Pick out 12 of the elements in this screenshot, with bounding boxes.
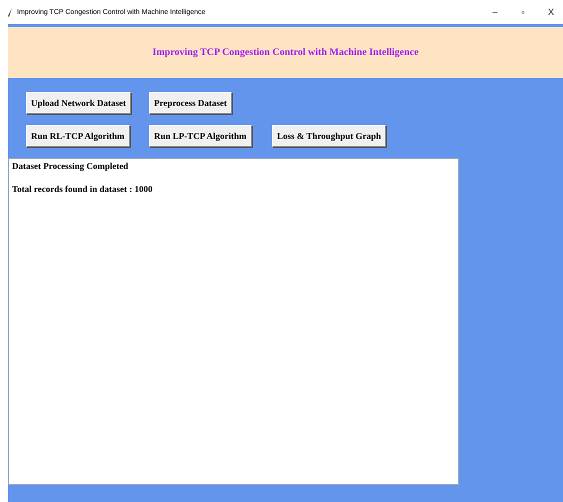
feather-icon [8,8,13,16]
action-button[interactable]: Upload Network Dataset [26,92,131,114]
window-control[interactable]: – [483,7,507,17]
action-button[interactable]: Run LP-TCP Algorithm [149,125,252,147]
output-line: Dataset Processing Completed [12,161,130,171]
window-control[interactable]: ▫ [511,7,535,17]
action-button[interactable]: Run RL-TCP Algorithm [26,125,130,147]
app-title: Improving TCP Congestion Control with Machine Intelligence [152,47,419,58]
action-button[interactable]: Preprocess Dataset [149,92,232,114]
action-button[interactable]: Loss & Throughput Graph [272,125,386,147]
output-line: Total records found in dataset : 1000 [12,184,154,194]
window-control[interactable]: X [539,7,563,17]
